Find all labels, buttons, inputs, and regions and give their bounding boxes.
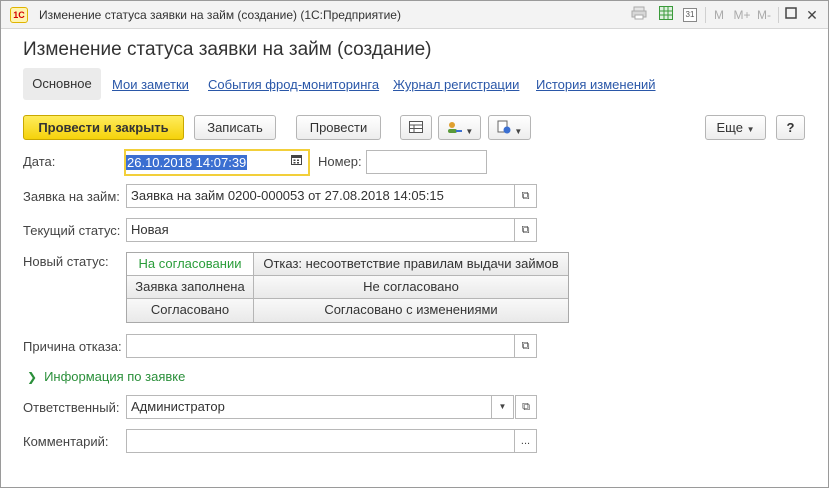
comment-edit-button[interactable]: ... — [515, 429, 537, 453]
status-option-approved[interactable]: Согласовано — [127, 299, 254, 322]
save-button[interactable]: Записать — [194, 115, 276, 140]
document-dropdown-button[interactable]: ▼ — [488, 115, 531, 140]
open-reject-reason-icon[interactable]: ⧉ — [515, 334, 537, 358]
chevron-right-icon: ❯ — [27, 370, 38, 384]
spreadsheet-icon[interactable] — [657, 6, 675, 24]
minimize-icon[interactable] — [783, 6, 799, 24]
more-label: Еще — [716, 120, 743, 135]
title-bar: 1С Изменение статуса заявки на займ (соз… — [1, 1, 828, 29]
chevron-down-icon: ▼ — [465, 127, 474, 136]
help-button[interactable]: ? — [776, 115, 805, 140]
status-option-on-approval[interactable]: На согласовании — [127, 253, 254, 276]
tab-registration-log[interactable]: Журнал регистрации — [393, 77, 519, 92]
users-icon — [447, 122, 462, 133]
memory-plus-icon[interactable]: M+ — [731, 6, 753, 24]
form-title: Изменение статуса заявки на займ (создан… — [23, 39, 432, 60]
app-window: 1С Изменение статуса заявки на займ (соз… — [0, 0, 829, 488]
toolbar-separator — [778, 7, 779, 23]
date-label: Дата: — [23, 154, 56, 169]
current-status-field[interactable]: Новая — [126, 218, 515, 242]
window-title: Изменение статуса заявки на займ (создан… — [39, 8, 401, 22]
print-icon[interactable] — [630, 6, 648, 24]
report-table-button[interactable] — [400, 115, 432, 140]
new-status-selector: На согласовании Отказ: несоответствие пр… — [126, 252, 569, 323]
responsible-dropdown-icon[interactable]: ▼ — [492, 395, 514, 419]
date-field[interactable]: 26.10.2018 14:07:39 — [124, 149, 310, 176]
users-dropdown-button[interactable]: ▼ — [438, 115, 481, 140]
tab-change-history[interactable]: История изменений — [536, 77, 656, 92]
document-status-icon — [497, 120, 511, 134]
open-loan-request-icon[interactable]: ⧉ — [515, 184, 537, 208]
date-value: 26.10.2018 14:07:39 — [126, 155, 248, 170]
loan-info-section-label: Информация по заявке — [44, 369, 186, 384]
comment-label: Комментарий: — [23, 434, 109, 449]
reject-reason-field[interactable] — [126, 334, 515, 358]
close-icon[interactable]: ✕ — [804, 6, 820, 24]
status-option-filled[interactable]: Заявка заполнена — [127, 276, 254, 299]
tab-main[interactable]: Основное — [23, 68, 101, 100]
table-icon — [409, 121, 423, 133]
loan-info-section-toggle[interactable]: ❯ Информация по заявке — [27, 369, 185, 384]
status-option-approved-with-changes[interactable]: Согласовано с изменениями — [254, 299, 568, 322]
toolbar-separator — [705, 7, 706, 23]
chevron-down-icon: ▼ — [746, 125, 755, 134]
current-status-label: Текущий статус: — [23, 223, 121, 238]
responsible-field[interactable]: Администратор — [126, 395, 492, 419]
post-button[interactable]: Провести — [296, 115, 381, 140]
reject-reason-label: Причина отказа: — [23, 339, 122, 354]
tab-fraud-events[interactable]: События фрод-мониторинга — [208, 77, 379, 92]
calendar-picker-icon[interactable] — [291, 151, 302, 174]
memory-m-icon[interactable]: M — [711, 6, 727, 24]
responsible-label: Ответственный: — [23, 400, 120, 415]
number-label: Номер: — [318, 154, 362, 169]
open-current-status-icon[interactable]: ⧉ — [515, 218, 537, 242]
comment-field[interactable] — [126, 429, 515, 453]
calendar-day: 31 — [683, 8, 697, 22]
app-logo-icon: 1С — [10, 7, 28, 23]
chevron-down-icon: ▼ — [514, 127, 523, 136]
status-option-not-approved[interactable]: Не согласовано — [254, 276, 568, 299]
tab-my-notes[interactable]: Мои заметки — [112, 77, 189, 92]
memory-minus-icon[interactable]: M- — [755, 6, 773, 24]
status-option-rejected[interactable]: Отказ: несоответствие правилам выдачи за… — [254, 253, 568, 276]
post-and-close-button[interactable]: Провести и закрыть — [23, 115, 184, 140]
number-field[interactable] — [366, 150, 487, 174]
open-responsible-icon[interactable]: ⧉ — [515, 395, 537, 419]
loan-request-label: Заявка на займ: — [23, 189, 120, 204]
new-status-label: Новый статус: — [23, 254, 109, 269]
more-button[interactable]: Еще ▼ — [705, 115, 766, 140]
calendar-icon[interactable]: 31 — [681, 6, 699, 24]
loan-request-field[interactable]: Заявка на займ 0200-000053 от 27.08.2018… — [126, 184, 515, 208]
